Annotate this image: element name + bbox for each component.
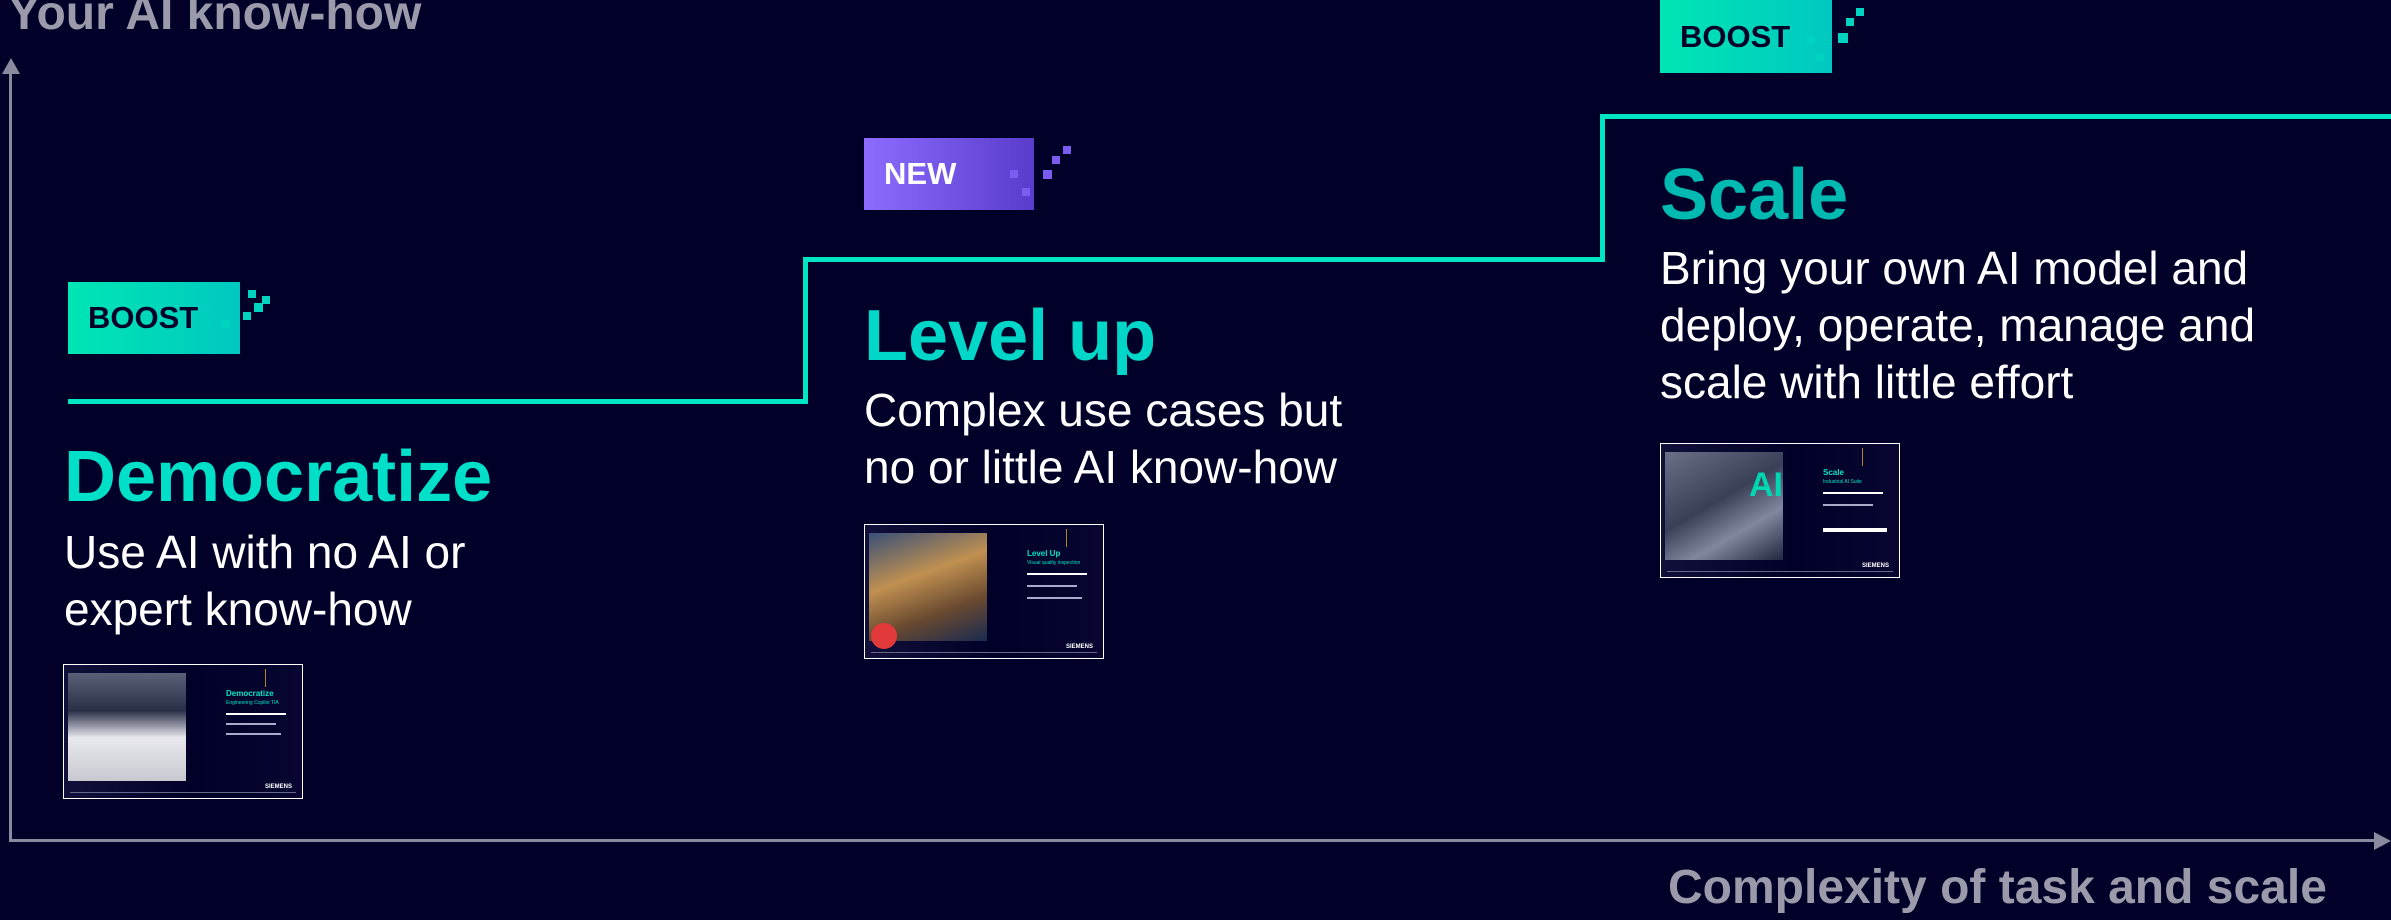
stair-segment-2 <box>803 257 1605 262</box>
y-axis-arrow <box>2 58 20 74</box>
badge-label: BOOST <box>1680 18 1791 54</box>
thumbnail-text <box>226 713 286 715</box>
step-title-democratize: Democratize <box>64 437 493 517</box>
pixel-icon <box>254 303 263 312</box>
pixel-icon <box>1043 170 1052 179</box>
description-line: Complex use cases but <box>864 384 1343 436</box>
pixel-icon <box>262 296 270 304</box>
thumbnail-overlay: AI <box>1749 466 1783 504</box>
pixel-icon <box>1816 54 1824 62</box>
thumbnail-brand: SIEMENS <box>264 784 292 790</box>
step-description-level-up: Complex use cases but no or little AI kn… <box>864 382 1342 496</box>
thumbnail-footer <box>871 652 1097 653</box>
pixel-icon <box>1063 146 1071 154</box>
x-axis <box>9 839 2379 842</box>
description-line: Use AI with no AI or <box>64 526 466 578</box>
thumbnail-screenshot <box>68 673 186 781</box>
thumbnail-footer <box>70 792 296 793</box>
thumbnail-title: Scale <box>1823 468 1844 477</box>
badge-label: BOOST <box>88 300 199 335</box>
stair-riser-2 <box>1600 114 1605 262</box>
pixel-icon <box>1806 36 1814 44</box>
thumbnail-toc <box>1862 448 1893 466</box>
badge-label: NEW <box>884 156 957 191</box>
thumbnail-brand: SIEMENS <box>1065 644 1093 650</box>
thumbnail-text <box>226 733 281 735</box>
pixel-icon <box>1846 18 1854 26</box>
pixel-icon <box>1838 33 1848 43</box>
step-title-scale: Scale <box>1660 155 1849 235</box>
x-axis-arrow <box>2374 832 2391 850</box>
thumbnail-democratize[interactable]: Democratize Engineering Copilot TIA SIEM… <box>63 664 303 799</box>
thumbnail-text <box>1027 585 1077 587</box>
pixel-icon <box>222 320 230 328</box>
stair-segment-1 <box>68 399 808 404</box>
thumbnail-toc <box>1066 529 1097 547</box>
pixel-icon <box>1052 156 1060 164</box>
thumbnail-text <box>1823 492 1883 494</box>
thumbnail-text <box>1823 504 1873 506</box>
pixel-icon <box>1010 170 1018 178</box>
thumbnail-subtitle: Engineering Copilot TIA <box>226 700 279 706</box>
description-line: Bring your own AI model and <box>1660 242 2249 294</box>
step-description-scale: Bring your own AI model and deploy, oper… <box>1660 240 2255 411</box>
thumbnail-subtitle: Industrial AI Suite <box>1823 479 1862 485</box>
step-title-level-up: Level up <box>864 296 1157 376</box>
y-axis-label: Your AI know-how <box>8 0 422 40</box>
pixel-icon <box>243 312 251 320</box>
pixel-icon <box>248 290 256 298</box>
thumbnail-text <box>226 723 276 725</box>
thumbnail-level-up[interactable]: Level Up Visual quality inspection SIEME… <box>864 524 1104 659</box>
thumbnail-text <box>1027 597 1082 599</box>
new-badge: NEW <box>864 138 1034 210</box>
description-line: expert know-how <box>64 583 412 635</box>
pixel-icon <box>1856 8 1864 16</box>
y-axis <box>9 70 12 842</box>
thumbnail-brand: SIEMENS <box>1861 563 1889 569</box>
thumbnail-title: Level Up <box>1027 549 1061 558</box>
description-line: no or little AI know-how <box>864 441 1338 493</box>
thumbnail-toc <box>265 669 296 687</box>
description-line: scale with little effort <box>1660 356 2074 408</box>
thumbnail-title: Democratize <box>226 689 274 698</box>
thumbnail-footer <box>1667 571 1893 572</box>
stair-segment-3 <box>1600 114 2391 119</box>
boost-badge: BOOST <box>68 282 240 354</box>
ai-journey-diagram: Your AI know-how Complexity of task and … <box>0 0 2391 920</box>
description-line: deploy, operate, manage and <box>1660 299 2256 351</box>
thumbnail-text <box>1823 528 1887 532</box>
thumbnail-scale[interactable]: AI Scale Industrial AI Suite SIEMENS <box>1660 443 1900 578</box>
step-description-democratize: Use AI with no AI or expert know-how <box>64 524 465 638</box>
thumbnail-subtitle: Visual quality inspection <box>1027 560 1081 566</box>
x-axis-label: Complexity of task and scale <box>1668 861 2327 914</box>
thumbnail-text <box>1027 573 1087 575</box>
thumbnail-logo <box>871 623 897 649</box>
pixel-icon <box>1022 188 1030 196</box>
stair-riser-1 <box>803 257 808 404</box>
